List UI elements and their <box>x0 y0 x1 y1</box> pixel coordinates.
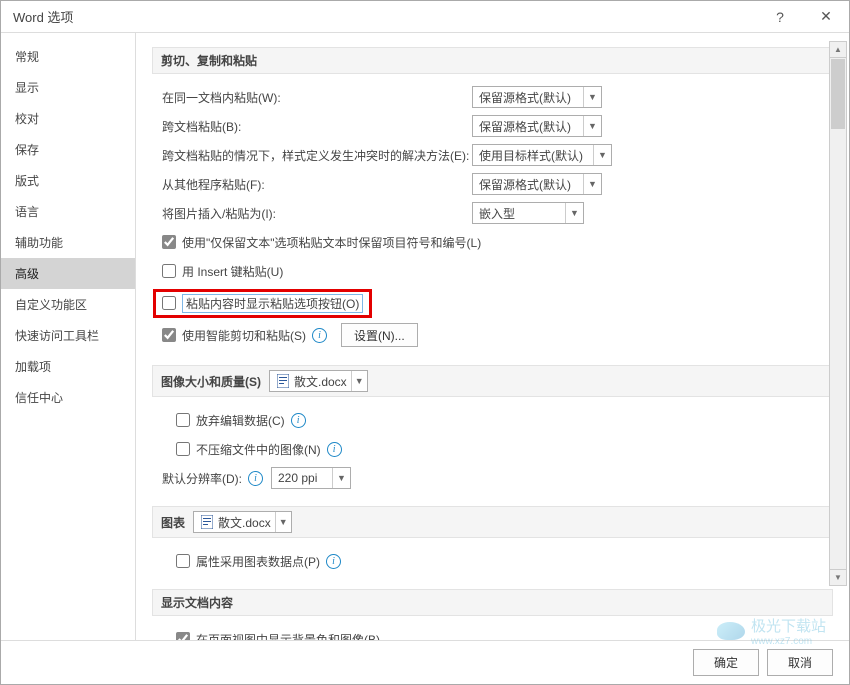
scroll-up-icon[interactable]: ▲ <box>830 42 846 58</box>
title-bar: Word 选项 ? ✕ <box>1 1 849 33</box>
default-resolution-label: 默认分辨率(D): <box>162 470 242 487</box>
cross-doc-paste-label: 跨文档粘贴(B): <box>162 118 472 135</box>
insert-key-paste-label: 用 Insert 键粘贴(U) <box>182 263 283 280</box>
chevron-down-icon: ▼ <box>275 512 291 532</box>
section-chart: 图表 散文.docx ▼ <box>152 506 833 538</box>
chevron-down-icon: ▼ <box>332 468 350 488</box>
smart-cut-paste-checkbox[interactable] <box>162 328 176 342</box>
scrollbar-thumb[interactable] <box>831 59 845 129</box>
same-doc-paste-label: 在同一文档内粘贴(W): <box>162 89 472 106</box>
info-icon[interactable]: i <box>291 413 306 428</box>
show-paste-options-label: 粘贴内容时显示粘贴选项按钮(O) <box>182 294 363 313</box>
cross-doc-paste-dropdown[interactable]: 保留源格式(默认) ▼ <box>472 115 602 137</box>
other-program-paste-dropdown[interactable]: 保留源格式(默认) ▼ <box>472 173 602 195</box>
help-button[interactable]: ? <box>757 1 803 33</box>
no-compress-label: 不压缩文件中的图像(N) <box>196 441 321 458</box>
image-quality-target-dropdown[interactable]: 散文.docx ▼ <box>269 370 368 392</box>
picture-insert-label: 将图片插入/粘贴为(I): <box>162 205 472 222</box>
same-doc-paste-dropdown[interactable]: 保留源格式(默认) ▼ <box>472 86 602 108</box>
info-icon[interactable]: i <box>326 554 341 569</box>
chevron-down-icon: ▼ <box>583 87 601 107</box>
sidebar-item-general[interactable]: 常规 <box>1 41 135 72</box>
chart-target-dropdown[interactable]: 散文.docx ▼ <box>193 511 292 533</box>
style-conflict-dropdown[interactable]: 使用目标样式(默认) ▼ <box>472 144 612 166</box>
discard-editing-data-label: 放弃编辑数据(C) <box>196 412 285 429</box>
sidebar-item-layout[interactable]: 版式 <box>1 165 135 196</box>
insert-key-paste-checkbox[interactable] <box>162 264 176 278</box>
chart-datapoint-checkbox[interactable] <box>176 554 190 568</box>
default-resolution-dropdown[interactable]: 220 ppi ▼ <box>271 467 351 489</box>
smart-cut-paste-label: 使用智能剪切和粘贴(S) <box>182 327 306 344</box>
info-icon[interactable]: i <box>327 442 342 457</box>
ok-button[interactable]: 确定 <box>693 649 759 676</box>
show-background-checkbox[interactable] <box>176 632 190 640</box>
sidebar-item-advanced[interactable]: 高级 <box>1 258 135 289</box>
style-conflict-label: 跨文档粘贴的情况下，样式定义发生冲突时的解决方法(E): <box>162 147 472 164</box>
section-cut-copy-paste: 剪切、复制和粘贴 <box>152 47 833 74</box>
chevron-down-icon: ▼ <box>593 145 611 165</box>
picture-insert-dropdown[interactable]: 嵌入型 ▼ <box>472 202 584 224</box>
dialog-button-bar: 确定 取消 <box>1 640 849 684</box>
chevron-down-icon: ▼ <box>351 371 367 391</box>
sidebar-item-language[interactable]: 语言 <box>1 196 135 227</box>
vertical-scrollbar[interactable]: ▲ ▼ <box>829 41 847 586</box>
category-sidebar: 常规 显示 校对 保存 版式 语言 辅助功能 高级 自定义功能区 快速访问工具栏… <box>1 33 136 640</box>
discard-editing-data-checkbox[interactable] <box>176 413 190 427</box>
sidebar-item-display[interactable]: 显示 <box>1 72 135 103</box>
highlighted-option: 粘贴内容时显示粘贴选项按钮(O) <box>153 289 372 318</box>
info-icon[interactable]: i <box>312 328 327 343</box>
show-background-label: 在页面视图中显示背景色和图像(B) <box>196 631 380 641</box>
word-options-dialog: Word 选项 ? ✕ 常规 显示 校对 保存 版式 语言 辅助功能 高级 自定… <box>0 0 850 685</box>
sidebar-item-quick-access[interactable]: 快速访问工具栏 <box>1 320 135 351</box>
sidebar-item-customize-ribbon[interactable]: 自定义功能区 <box>1 289 135 320</box>
other-program-paste-label: 从其他程序粘贴(F): <box>162 176 472 193</box>
show-paste-options-checkbox[interactable] <box>162 296 176 310</box>
sidebar-item-accessibility[interactable]: 辅助功能 <box>1 227 135 258</box>
info-icon[interactable]: i <box>248 471 263 486</box>
scroll-down-icon[interactable]: ▼ <box>830 569 846 585</box>
sidebar-item-addins[interactable]: 加载项 <box>1 351 135 382</box>
section-display-content: 显示文档内容 <box>152 589 833 616</box>
chevron-down-icon: ▼ <box>565 203 583 223</box>
section-image-quality: 图像大小和质量(S) 散文.docx ▼ <box>152 365 833 397</box>
chart-datapoint-label: 属性采用图表数据点(P) <box>196 553 320 570</box>
keep-bullets-checkbox[interactable] <box>162 235 176 249</box>
sidebar-item-proofing[interactable]: 校对 <box>1 103 135 134</box>
dialog-title: Word 选项 <box>13 7 73 26</box>
document-icon <box>276 374 290 388</box>
advanced-options-panel: 剪切、复制和粘贴 在同一文档内粘贴(W): 保留源格式(默认) ▼ 跨文档粘贴(… <box>136 33 849 640</box>
document-icon <box>200 515 214 529</box>
no-compress-checkbox[interactable] <box>176 442 190 456</box>
cancel-button[interactable]: 取消 <box>767 649 833 676</box>
close-button[interactable]: ✕ <box>803 1 849 33</box>
keep-bullets-label: 使用"仅保留文本"选项粘贴文本时保留项目符号和编号(L) <box>182 234 481 251</box>
chevron-down-icon: ▼ <box>583 116 601 136</box>
sidebar-item-save[interactable]: 保存 <box>1 134 135 165</box>
chevron-down-icon: ▼ <box>583 174 601 194</box>
sidebar-item-trust-center[interactable]: 信任中心 <box>1 382 135 413</box>
smart-paste-settings-button[interactable]: 设置(N)... <box>341 323 418 347</box>
